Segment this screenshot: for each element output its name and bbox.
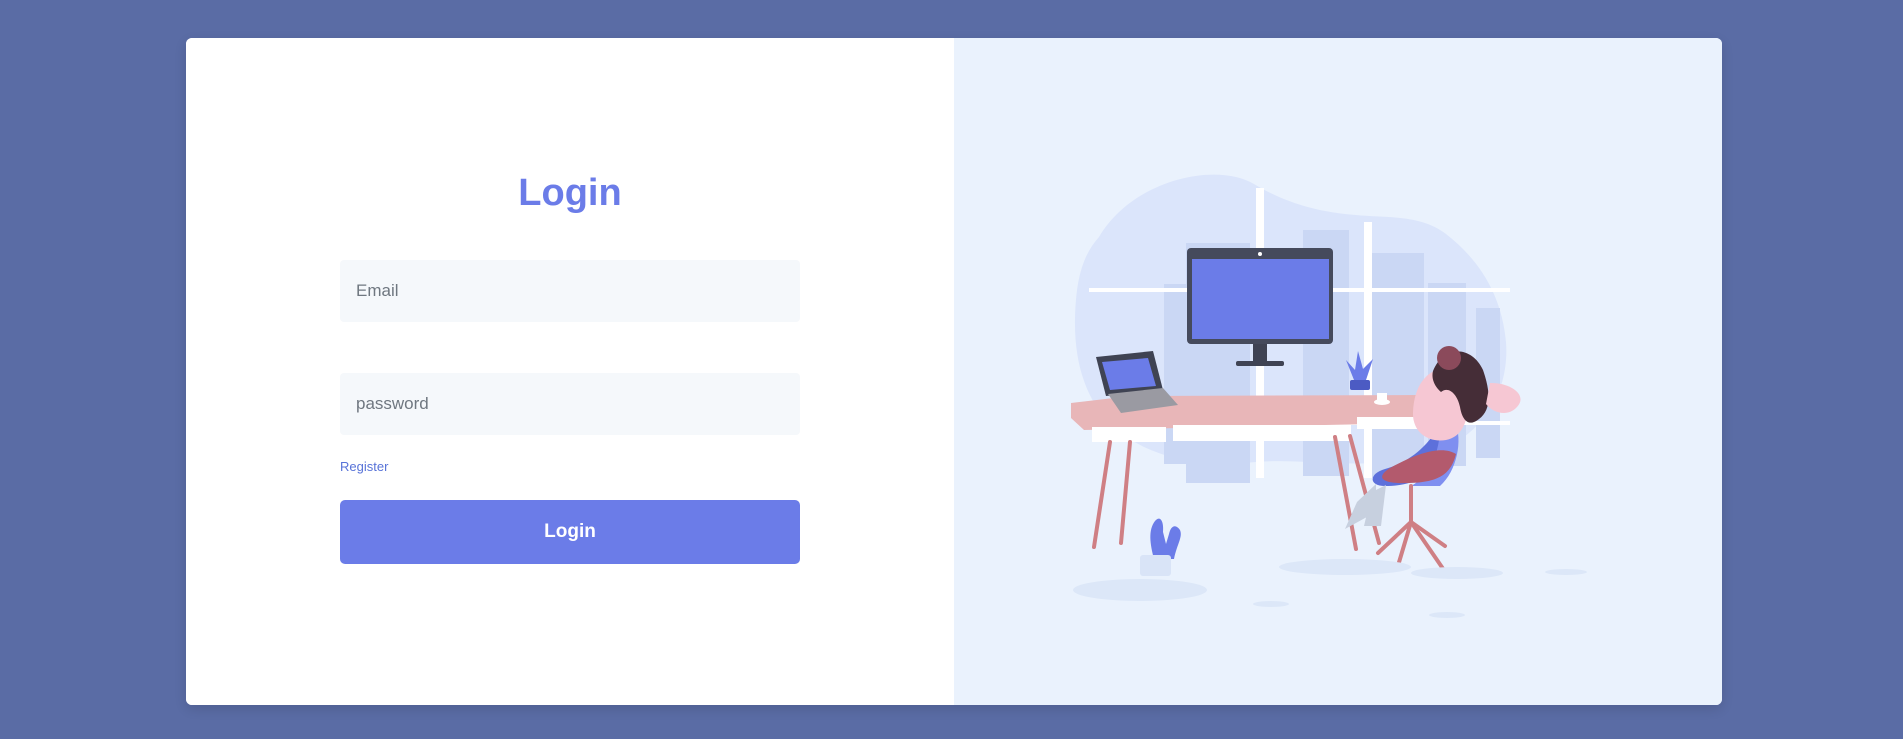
login-panel: Login Register Login — [186, 38, 954, 705]
illustration-panel — [954, 38, 1722, 705]
email-field[interactable] — [340, 260, 800, 322]
password-field[interactable] — [340, 373, 800, 435]
register-link[interactable]: Register — [340, 459, 388, 475]
woman-at-desk-illustration — [1071, 174, 1587, 618]
login-card: Login Register Login — [186, 38, 1722, 705]
page-title: Login — [518, 172, 622, 214]
login-button[interactable]: Login — [340, 500, 800, 564]
cactus-plant — [1140, 518, 1181, 576]
